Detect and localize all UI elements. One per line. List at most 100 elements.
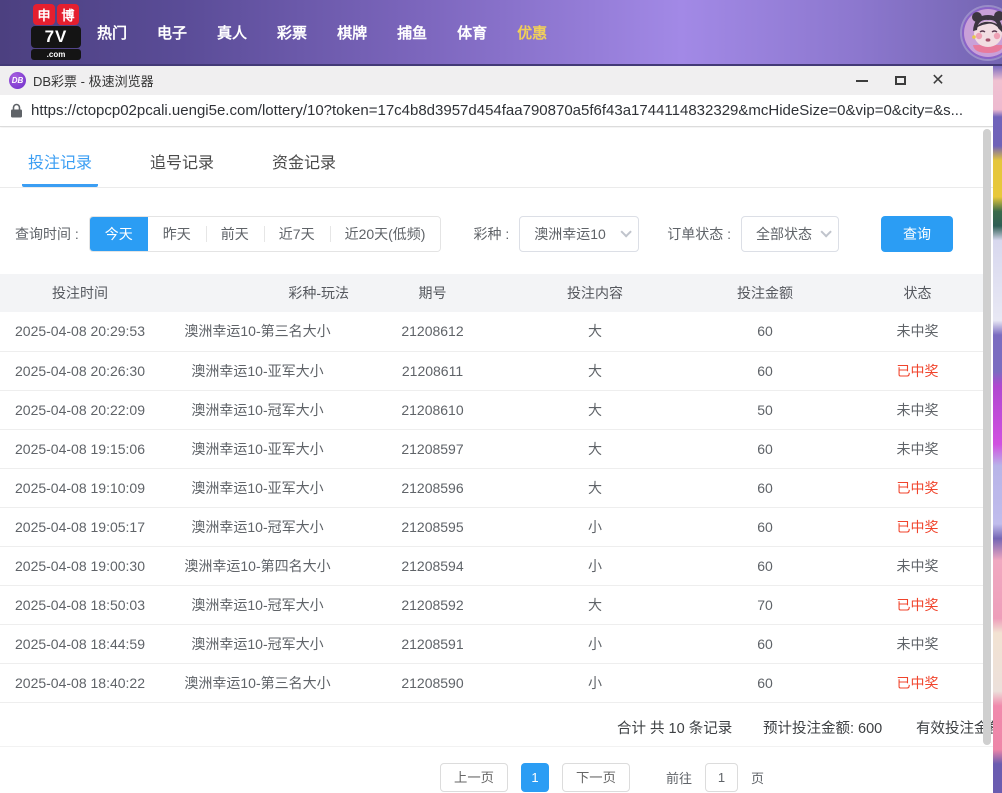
background-page-strip — [993, 66, 1002, 793]
cell-game: 澳洲幸运10-第四名大小 — [160, 546, 355, 585]
time-filter-group: 今天昨天前天近7天近20天(低频) — [89, 216, 442, 252]
cell-amount: 60 — [680, 468, 850, 507]
cell-issue: 21208591 — [355, 624, 510, 663]
close-icon: ✕ — [931, 73, 944, 89]
cell-status: 已中奖 — [850, 585, 985, 624]
cell-status: 未中奖 — [850, 429, 985, 468]
time-option-5[interactable]: 近20天(低频) — [330, 217, 441, 251]
browser-urlbar[interactable]: https://ctopcp02pcali.uengi5e.com/lotter… — [0, 95, 993, 127]
summary-bar: 合计 共 10 条记录 预计投注金额: 600 有效投注金额 — [0, 703, 993, 747]
nav-item-6[interactable]: 捕鱼 — [397, 16, 427, 49]
cell-issue: 21208612 — [355, 312, 510, 351]
cell-amount: 70 — [680, 585, 850, 624]
cell-amount: 60 — [680, 546, 850, 585]
cell-issue: 21208592 — [355, 585, 510, 624]
cell-content: 小 — [510, 663, 680, 702]
avatar-illustration — [962, 7, 1002, 59]
status-select[interactable]: 全部状态 — [741, 216, 839, 252]
time-option-4[interactable]: 近7天 — [264, 217, 330, 251]
cell-amount: 60 — [680, 429, 850, 468]
site-banner: 申 博 7V .com 热门电子真人彩票棋牌捕鱼体育优惠 — [0, 0, 1002, 66]
summary-valid-amount: 有效投注金额 — [916, 717, 993, 738]
cell-game: 澳洲幸运10-冠军大小 — [160, 624, 355, 663]
cell-game: 澳洲幸运10-亚军大小 — [160, 429, 355, 468]
search-button[interactable]: 查询 — [881, 216, 953, 252]
cell-content: 大 — [510, 312, 680, 351]
nav-item-4[interactable]: 彩票 — [277, 16, 307, 49]
cell-content: 大 — [510, 390, 680, 429]
pagination: 上一页 1 下一页 前往 页 — [440, 763, 993, 792]
goto-page-input[interactable] — [705, 763, 738, 792]
tab-3[interactable]: 资金记录 — [266, 136, 342, 187]
status-filter-label: 订单状态 : — [667, 224, 731, 244]
cell-status: 已中奖 — [850, 663, 985, 702]
table-row: 2025-04-08 20:26:30澳洲幸运10-亚军大小21208611大6… — [0, 351, 985, 390]
nav-item-7[interactable]: 体育 — [457, 16, 487, 49]
table-body: 2025-04-08 20:29:53澳洲幸运10-第三名大小21208612大… — [0, 312, 985, 702]
cell-time: 2025-04-08 20:29:53 — [0, 312, 160, 351]
cell-status: 未中奖 — [850, 624, 985, 663]
window-title: DB彩票 - 极速浏览器 — [33, 71, 154, 90]
column-header-5: 投注金额 — [680, 274, 850, 312]
main-nav: 热门电子真人彩票棋牌捕鱼体育优惠 — [97, 16, 547, 49]
column-header-6: 状态 — [850, 274, 985, 312]
site-logo[interactable]: 申 博 7V .com — [28, 4, 84, 60]
current-page-indicator[interactable]: 1 — [521, 763, 549, 792]
site-favicon-icon: DB — [9, 72, 26, 89]
cell-content: 大 — [510, 429, 680, 468]
cell-issue: 21208611 — [355, 351, 510, 390]
minimize-button[interactable] — [843, 66, 881, 95]
minimize-icon — [856, 80, 868, 82]
bet-records-table: 投注时间彩种-玩法期号投注内容投注金额状态 2025-04-08 20:29:5… — [0, 274, 985, 703]
lottery-select[interactable]: 澳洲幸运10 — [519, 216, 639, 252]
table-row: 2025-04-08 19:10:09澳洲幸运10-亚军大小21208596大6… — [0, 468, 985, 507]
table-row: 2025-04-08 18:44:59澳洲幸运10-冠军大小21208591小6… — [0, 624, 985, 663]
nav-item-1[interactable]: 热门 — [97, 16, 127, 49]
cell-time: 2025-04-08 18:40:22 — [0, 663, 160, 702]
user-avatar[interactable] — [962, 7, 1002, 59]
browser-titlebar[interactable]: DB DB彩票 - 极速浏览器 ✕ — [0, 66, 993, 95]
record-tabs: 投注记录追号记录资金记录 — [0, 136, 993, 188]
maximize-button[interactable] — [881, 66, 919, 95]
close-button[interactable]: ✕ — [919, 66, 957, 95]
cell-amount: 50 — [680, 390, 850, 429]
cell-issue: 21208590 — [355, 663, 510, 702]
cell-amount: 60 — [680, 351, 850, 390]
filter-bar: 查询时间 : 今天昨天前天近7天近20天(低频) 彩种 : 澳洲幸运10 订单状… — [15, 216, 993, 252]
maximize-icon — [895, 76, 906, 85]
cell-time: 2025-04-08 18:50:03 — [0, 585, 160, 624]
lottery-select-value: 澳洲幸运10 — [534, 224, 606, 244]
tab-1[interactable]: 投注记录 — [22, 136, 98, 187]
table-row: 2025-04-08 19:15:06澳洲幸运10-亚军大小21208597大6… — [0, 429, 985, 468]
nav-item-8[interactable]: 优惠 — [517, 16, 547, 49]
cell-time: 2025-04-08 19:10:09 — [0, 468, 160, 507]
column-header-4: 投注内容 — [510, 274, 680, 312]
url-text[interactable]: https://ctopcp02pcali.uengi5e.com/lotter… — [31, 102, 963, 119]
next-page-button[interactable]: 下一页 — [562, 763, 630, 792]
time-option-3[interactable]: 前天 — [206, 217, 264, 251]
cell-content: 大 — [510, 585, 680, 624]
cell-status: 未中奖 — [850, 546, 985, 585]
cell-status: 已中奖 — [850, 351, 985, 390]
tab-2[interactable]: 追号记录 — [144, 136, 220, 187]
page-content: 投注记录追号记录资金记录 查询时间 : 今天昨天前天近7天近20天(低频) 彩种… — [0, 128, 993, 793]
table-header-row: 投注时间彩种-玩法期号投注内容投注金额状态 — [0, 274, 985, 312]
cell-status: 未中奖 — [850, 312, 985, 351]
nav-item-3[interactable]: 真人 — [217, 16, 247, 49]
cell-amount: 60 — [680, 312, 850, 351]
time-option-2[interactable]: 昨天 — [148, 217, 206, 251]
cell-content: 大 — [510, 468, 680, 507]
prev-page-button[interactable]: 上一页 — [440, 763, 508, 792]
table-row: 2025-04-08 18:40:22澳洲幸运10-第三名大小21208590小… — [0, 663, 985, 702]
cell-content: 小 — [510, 624, 680, 663]
vertical-scrollbar[interactable] — [983, 129, 991, 745]
cell-time: 2025-04-08 20:26:30 — [0, 351, 160, 390]
cell-issue: 21208610 — [355, 390, 510, 429]
nav-item-5[interactable]: 棋牌 — [337, 16, 367, 49]
cell-status: 未中奖 — [850, 390, 985, 429]
chevron-down-icon — [621, 226, 632, 237]
nav-item-2[interactable]: 电子 — [157, 16, 187, 49]
cell-game: 澳洲幸运10-冠军大小 — [160, 585, 355, 624]
time-option-1[interactable]: 今天 — [90, 217, 148, 251]
cell-game: 澳洲幸运10-冠军大小 — [160, 390, 355, 429]
